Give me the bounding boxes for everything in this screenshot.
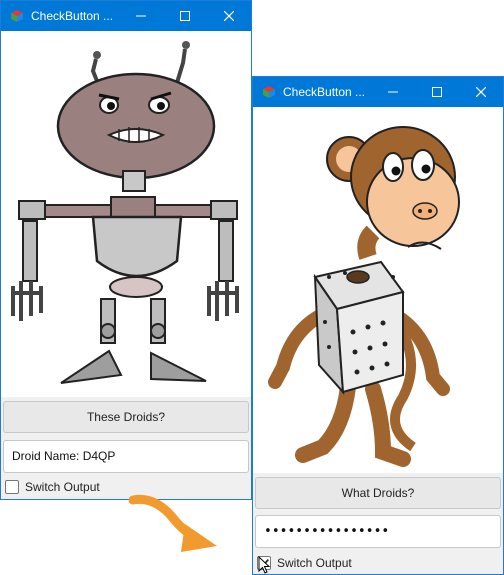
close-button[interactable]: [459, 77, 503, 107]
maximize-icon: [180, 11, 190, 21]
window-1: CheckButton ... These Droids? Droid Name…: [0, 0, 252, 500]
switch-output-checkbox[interactable]: [5, 480, 19, 494]
window-2-content: What Droids? •••••••••••••••• Switch Out…: [253, 107, 503, 574]
window-title: CheckButton ...: [283, 85, 366, 99]
switch-output-label: Switch Output: [25, 480, 100, 494]
switch-output-label: Switch Output: [277, 556, 352, 570]
minimize-button[interactable]: [371, 77, 415, 107]
mouse-cursor-icon: [258, 556, 271, 574]
close-button[interactable]: [207, 1, 251, 31]
app-cube-icon: [11, 10, 23, 22]
minimize-icon: [136, 15, 146, 17]
window-1-content: These Droids? Droid Name: D4QP Switch Ou…: [1, 31, 251, 499]
minimize-button[interactable]: [119, 1, 163, 31]
maximize-icon: [432, 87, 442, 97]
these-droids-button[interactable]: These Droids?: [3, 401, 249, 433]
what-droids-button[interactable]: What Droids?: [255, 477, 501, 509]
password-field[interactable]: ••••••••••••••••: [255, 515, 501, 548]
droid-name-field[interactable]: Droid Name: D4QP: [3, 440, 249, 473]
window-title: CheckButton ...: [31, 9, 114, 23]
window-1-titlebar[interactable]: CheckButton ...: [1, 1, 251, 31]
maximize-button[interactable]: [163, 1, 207, 31]
window-2-titlebar[interactable]: CheckButton ...: [253, 77, 503, 107]
monkey-image: [253, 107, 503, 473]
close-icon: [224, 11, 234, 21]
robot-illustration: [11, 41, 239, 384]
window-2: CheckButton ... What Droids? •••••••••••…: [252, 76, 504, 575]
monkey-illustration: [268, 126, 460, 467]
droid-image: [1, 31, 251, 397]
curved-arrow-icon: [128, 494, 217, 552]
minimize-icon: [388, 91, 398, 93]
app-cube-icon: [263, 86, 275, 98]
close-icon: [476, 87, 486, 97]
maximize-button[interactable]: [415, 77, 459, 107]
